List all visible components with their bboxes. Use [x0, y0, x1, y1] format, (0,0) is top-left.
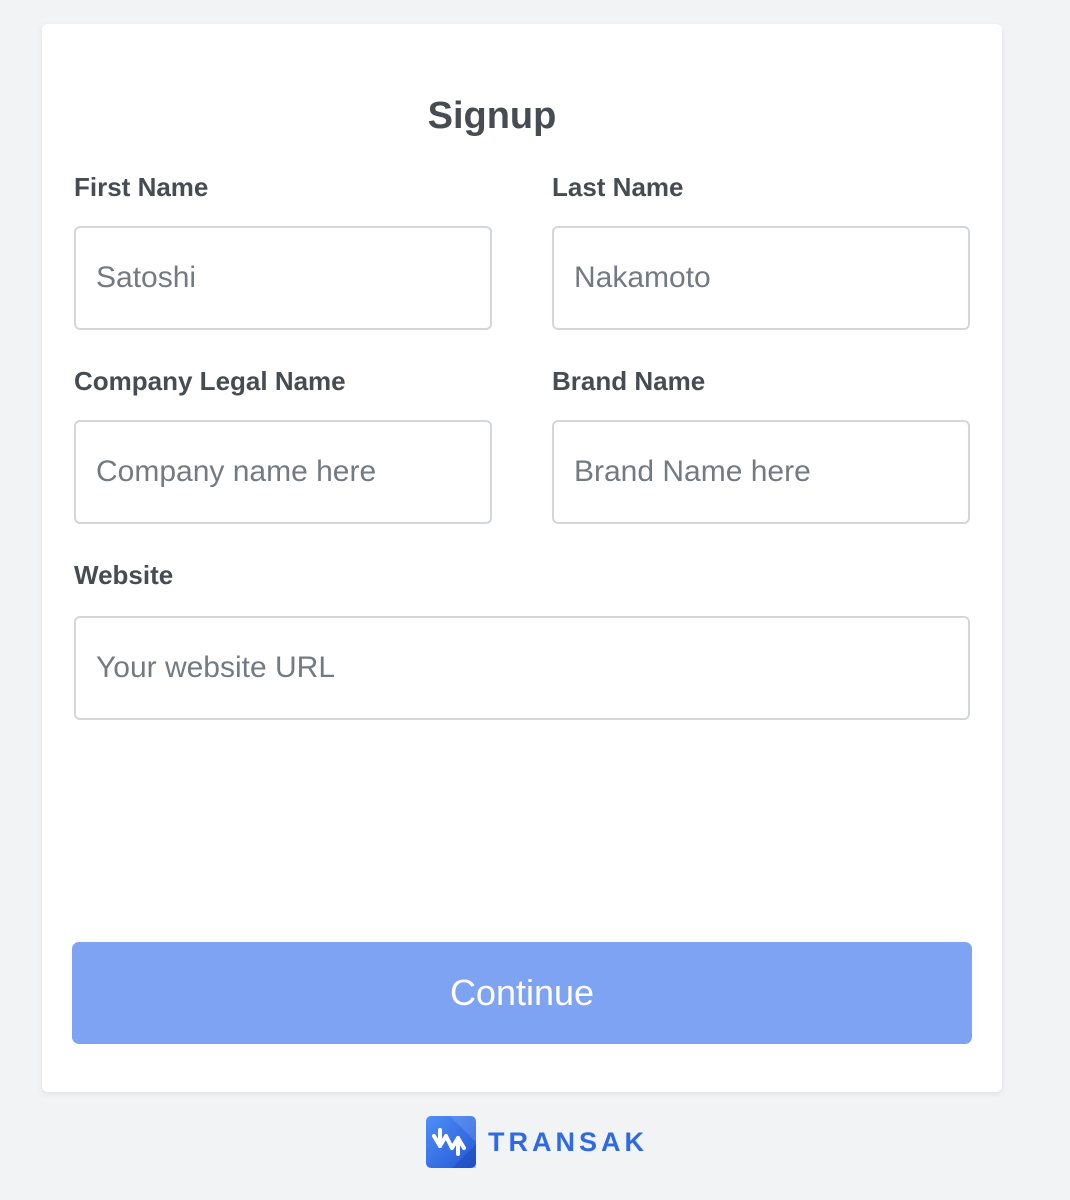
- brand-name: TRANSAK: [488, 1127, 648, 1157]
- page-title: Signup: [427, 95, 557, 137]
- last-name-input[interactable]: [552, 226, 970, 330]
- first-name-label: First Name: [74, 172, 209, 202]
- company-legal-name-label: Company Legal Name: [74, 366, 346, 396]
- website-label: Website: [74, 560, 174, 590]
- continue-button[interactable]: Continue: [72, 942, 972, 1044]
- website-input[interactable]: [74, 616, 970, 720]
- brand-footer: TRANSAK: [426, 1116, 648, 1168]
- brand-name-input[interactable]: [552, 420, 970, 524]
- last-name-label: Last Name: [552, 172, 684, 202]
- transak-logo-icon: [426, 1116, 476, 1168]
- brand-name-label: Brand Name: [552, 366, 706, 396]
- company-legal-name-input[interactable]: [74, 420, 492, 524]
- signup-card: Signup First Name Last Name Company Lega…: [42, 24, 1002, 1092]
- first-name-input[interactable]: [74, 226, 492, 330]
